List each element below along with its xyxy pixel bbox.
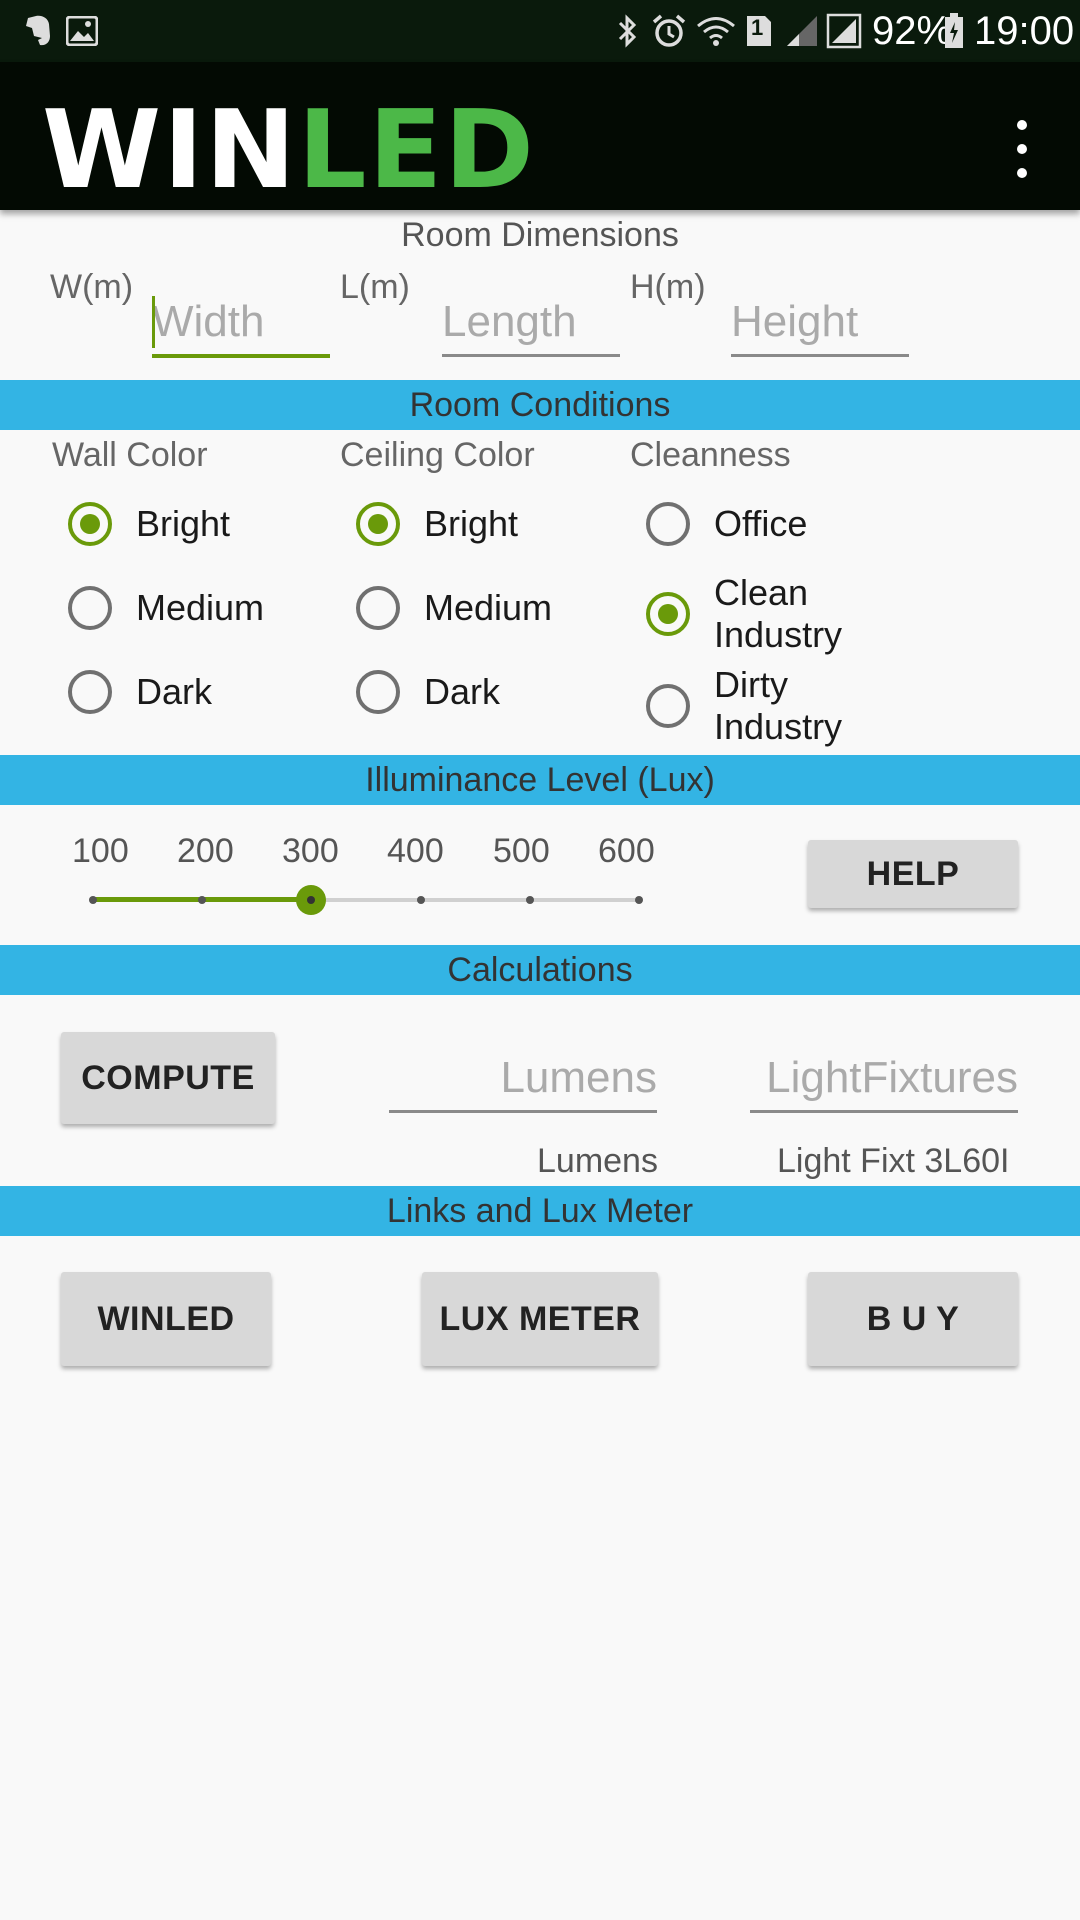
text-cursor — [152, 296, 155, 348]
alarm-icon — [650, 12, 688, 50]
radio-label: Medium — [136, 587, 265, 628]
width-input[interactable]: Width — [152, 290, 330, 358]
fixtures-placeholder: LightFixtures — [766, 1053, 1018, 1102]
slider-tick-dot — [635, 896, 643, 904]
wall-radio-bright[interactable]: Bright — [68, 494, 230, 554]
ceiling-radio-bright[interactable]: Bright — [356, 494, 518, 554]
status-bar: 1 92% 19:00 — [0, 0, 1080, 62]
bluetooth-icon — [614, 12, 642, 50]
width-label: W(m) — [50, 268, 134, 306]
radio-selected-icon — [68, 502, 112, 546]
light-fixtures-output[interactable]: LightFixtures — [750, 1046, 1018, 1113]
compute-button[interactable]: COMPUTE — [61, 1032, 275, 1124]
height-placeholder: Height — [731, 297, 859, 346]
radio-label: Clean Industry — [714, 572, 843, 655]
overflow-menu-icon[interactable] — [1000, 114, 1044, 184]
sim-icon: 1 — [744, 12, 774, 50]
lumens-placeholder: Lumens — [500, 1053, 657, 1102]
radio-unselected-icon — [68, 670, 112, 714]
illuminance-banner: Illuminance Level (Lux) — [0, 755, 1080, 805]
logo-text-green: LED — [297, 88, 536, 213]
length-input[interactable]: Length — [442, 290, 620, 357]
slider-tick-dot — [525, 896, 534, 904]
radio-unselected-icon — [356, 670, 400, 714]
wall-radio-dark[interactable]: Dark — [68, 662, 212, 722]
logo-text-white: WIN — [42, 88, 298, 213]
calculations-banner: Calculations — [0, 945, 1080, 995]
lumens-caption: Lumens — [537, 1142, 658, 1180]
cleanness-radio-dirty-industry[interactable]: Dirty Industry — [646, 664, 874, 747]
radio-selected-icon — [356, 502, 400, 546]
links-banner: Links and Lux Meter — [0, 1186, 1080, 1236]
clock: 19:00 — [974, 9, 1075, 53]
width-placeholder: Width — [152, 297, 265, 346]
radio-label: Dark — [424, 671, 501, 712]
length-label: L(m) — [340, 268, 410, 306]
radio-unselected-icon — [646, 684, 690, 728]
lux-meter-button[interactable]: LUX METER — [422, 1272, 658, 1366]
radio-selected-icon — [646, 592, 690, 636]
app-bar: WINLED — [0, 62, 1080, 210]
slider-tick-dot — [198, 896, 207, 904]
evernote-icon — [18, 12, 58, 50]
lux-tick-100: 100 — [72, 832, 129, 870]
height-label: H(m) — [630, 268, 706, 306]
radio-unselected-icon — [646, 502, 690, 546]
lumens-output[interactable]: Lumens — [389, 1046, 657, 1113]
cleanness-radio-office[interactable]: Office — [646, 494, 807, 554]
battery-icon — [942, 12, 966, 50]
radio-label: Medium — [424, 587, 553, 628]
slider-tick-dot — [416, 896, 425, 904]
ceiling-color-label: Ceiling Color — [340, 436, 535, 474]
radio-label: Office — [714, 503, 808, 544]
help-button[interactable]: HELP — [808, 840, 1018, 908]
radio-label: Dark — [136, 671, 213, 712]
room-dimensions-title: Room Dimensions — [401, 216, 679, 254]
wall-radio-medium[interactable]: Medium — [68, 578, 264, 638]
ceiling-radio-medium[interactable]: Medium — [356, 578, 552, 638]
battery-percent: 92% — [872, 9, 953, 53]
radio-label: Bright — [424, 503, 519, 544]
cleanness-radio-clean-industry[interactable]: Clean Industry — [646, 572, 874, 655]
radio-label: Bright — [136, 503, 231, 544]
radio-unselected-icon — [356, 586, 400, 630]
fixtures-caption: Light Fixt 3L60I — [777, 1142, 1010, 1180]
sim-badge: 1 — [751, 15, 764, 40]
lux-tick-300: 300 — [282, 832, 339, 870]
radio-label: Dirty Industry — [714, 664, 843, 747]
slider-tick-dot — [89, 896, 97, 904]
signal-icon — [784, 12, 820, 50]
winled-button[interactable]: WINLED — [61, 1272, 271, 1366]
image-icon — [64, 12, 100, 50]
lux-tick-500: 500 — [493, 832, 550, 870]
radio-unselected-icon — [68, 586, 112, 630]
wifi-icon — [694, 12, 738, 50]
signal-icon-2 — [824, 12, 864, 50]
lux-tick-200: 200 — [177, 832, 234, 870]
lux-slider[interactable] — [80, 880, 660, 920]
ceiling-radio-dark[interactable]: Dark — [356, 662, 500, 722]
slider-thumb[interactable] — [296, 885, 327, 915]
height-input[interactable]: Height — [731, 290, 909, 357]
winled-logo: WINLED — [42, 96, 536, 206]
buy-button[interactable]: B U Y — [808, 1272, 1018, 1366]
room-conditions-banner: Room Conditions — [0, 380, 1080, 430]
length-placeholder: Length — [442, 297, 577, 346]
lux-tick-400: 400 — [387, 832, 444, 870]
lux-tick-600: 600 — [598, 832, 655, 870]
wall-color-label: Wall Color — [52, 436, 208, 474]
cleanness-label: Cleanness — [630, 436, 791, 474]
